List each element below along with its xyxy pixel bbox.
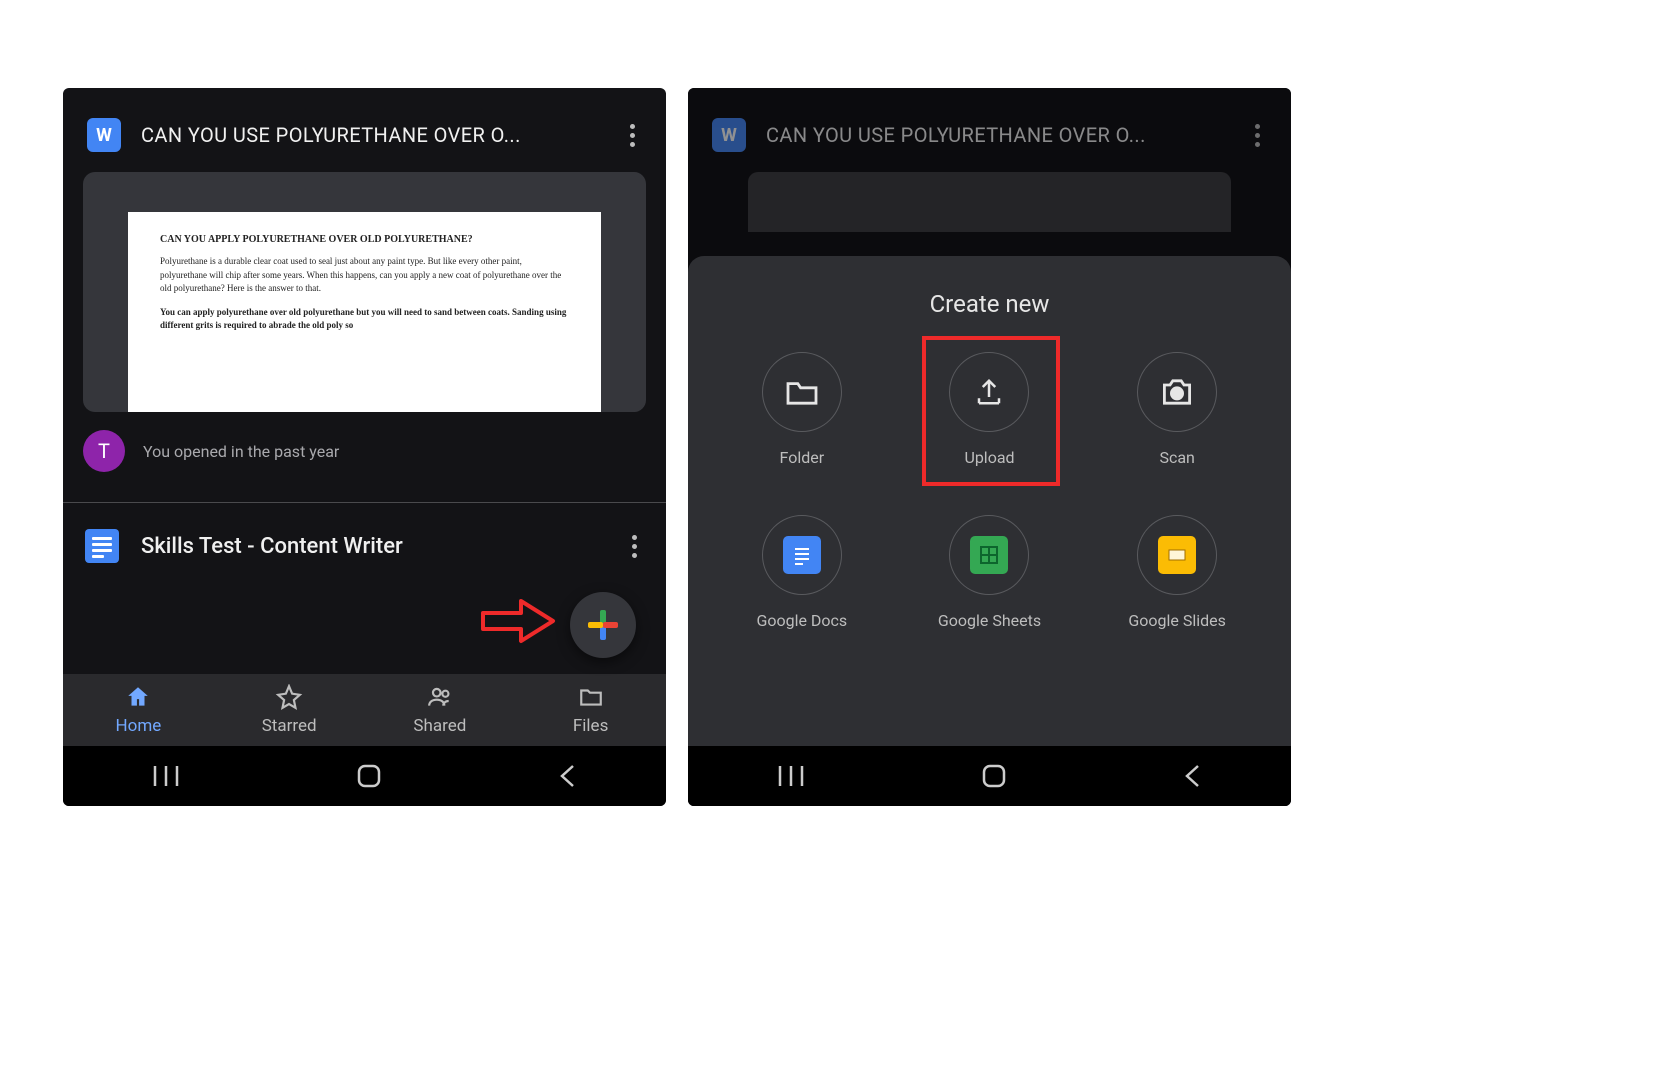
nav-label: Home xyxy=(116,716,162,736)
doc-heading: CAN YOU APPLY POLYURETHANE OVER OLD POLY… xyxy=(160,234,569,245)
camera-icon xyxy=(1160,378,1194,406)
sheet-item-label: Google Slides xyxy=(1128,611,1226,630)
create-google-sheets[interactable]: Google Sheets xyxy=(896,515,1084,630)
recents-button[interactable] xyxy=(151,764,181,788)
create-new-sheet: Create new Folder Upload Scan xyxy=(688,256,1291,746)
google-slides-icon xyxy=(1158,536,1196,574)
more-options-icon[interactable] xyxy=(624,535,644,558)
back-button[interactable] xyxy=(1183,763,1203,789)
system-nav-bar xyxy=(63,746,666,806)
home-icon xyxy=(124,684,152,710)
home-button[interactable] xyxy=(356,763,382,789)
nav-files[interactable]: Files xyxy=(515,674,666,746)
word-icon: W xyxy=(87,118,121,152)
back-button[interactable] xyxy=(558,763,578,789)
upload-icon xyxy=(974,377,1004,407)
avatar: T xyxy=(83,430,125,472)
nav-shared[interactable]: Shared xyxy=(365,674,516,746)
file-card-header[interactable]: W CAN YOU USE POLYURETHANE OVER O... xyxy=(63,88,666,172)
word-icon: W xyxy=(712,118,746,152)
file-title: CAN YOU USE POLYURETHANE OVER O... xyxy=(766,123,1227,147)
google-docs-icon xyxy=(783,536,821,574)
create-google-slides[interactable]: Google Slides xyxy=(1083,515,1271,630)
phone-right: W CAN YOU USE POLYURETHANE OVER O... Cre… xyxy=(688,88,1291,806)
phone-left: W CAN YOU USE POLYURETHANE OVER O... CAN… xyxy=(63,88,666,806)
nav-label: Shared xyxy=(413,716,466,736)
file-list-title: Skills Test - Content Writer xyxy=(141,534,602,559)
bottom-nav: Home Starred Shared Files xyxy=(63,674,666,746)
more-options-icon xyxy=(1247,124,1267,147)
opened-info-row: T You opened in the past year xyxy=(63,412,666,502)
nav-home[interactable]: Home xyxy=(63,674,214,746)
home-button[interactable] xyxy=(981,763,1007,789)
sheet-item-label: Google Docs xyxy=(756,611,847,630)
nav-label: Files xyxy=(573,716,608,736)
create-google-docs[interactable]: Google Docs xyxy=(708,515,896,630)
system-nav-bar xyxy=(688,746,1291,806)
doc-bold-text: You can apply polyurethane over old poly… xyxy=(160,306,569,333)
create-upload[interactable]: Upload xyxy=(896,352,1084,467)
folder-icon xyxy=(576,684,606,710)
sheet-item-label: Google Sheets xyxy=(938,611,1041,630)
opened-text: You opened in the past year xyxy=(143,442,339,461)
document-page: CAN YOU APPLY POLYURETHANE OVER OLD POLY… xyxy=(128,212,601,412)
file-list-item[interactable]: Skills Test - Content Writer xyxy=(63,503,666,589)
more-options-icon[interactable] xyxy=(622,124,642,147)
sheet-item-label: Folder xyxy=(780,448,825,467)
sheet-grid: Folder Upload Scan Google Docs xyxy=(708,352,1271,630)
document-preview[interactable]: CAN YOU APPLY POLYURETHANE OVER OLD POLY… xyxy=(83,172,646,412)
folder-icon xyxy=(785,378,819,406)
star-icon xyxy=(275,684,303,710)
recents-button[interactable] xyxy=(776,764,806,788)
dimmed-header: W CAN YOU USE POLYURETHANE OVER O... xyxy=(688,88,1291,172)
plus-icon xyxy=(588,610,618,640)
create-folder[interactable]: Folder xyxy=(708,352,896,467)
create-scan[interactable]: Scan xyxy=(1083,352,1271,467)
create-new-fab[interactable] xyxy=(570,592,636,658)
sheet-item-label: Scan xyxy=(1159,448,1194,467)
doc-paragraph: Polyurethane is a durable clear coat use… xyxy=(160,255,569,296)
people-icon xyxy=(425,684,455,710)
dimmed-preview xyxy=(748,172,1231,232)
google-docs-icon xyxy=(85,529,119,563)
annotation-arrow xyxy=(481,599,556,644)
google-sheets-icon xyxy=(970,536,1008,574)
nav-label: Starred xyxy=(262,716,317,736)
sheet-title: Create new xyxy=(708,290,1271,318)
sheet-item-label: Upload xyxy=(964,448,1014,467)
file-title: CAN YOU USE POLYURETHANE OVER O... xyxy=(141,123,602,147)
nav-starred[interactable]: Starred xyxy=(214,674,365,746)
